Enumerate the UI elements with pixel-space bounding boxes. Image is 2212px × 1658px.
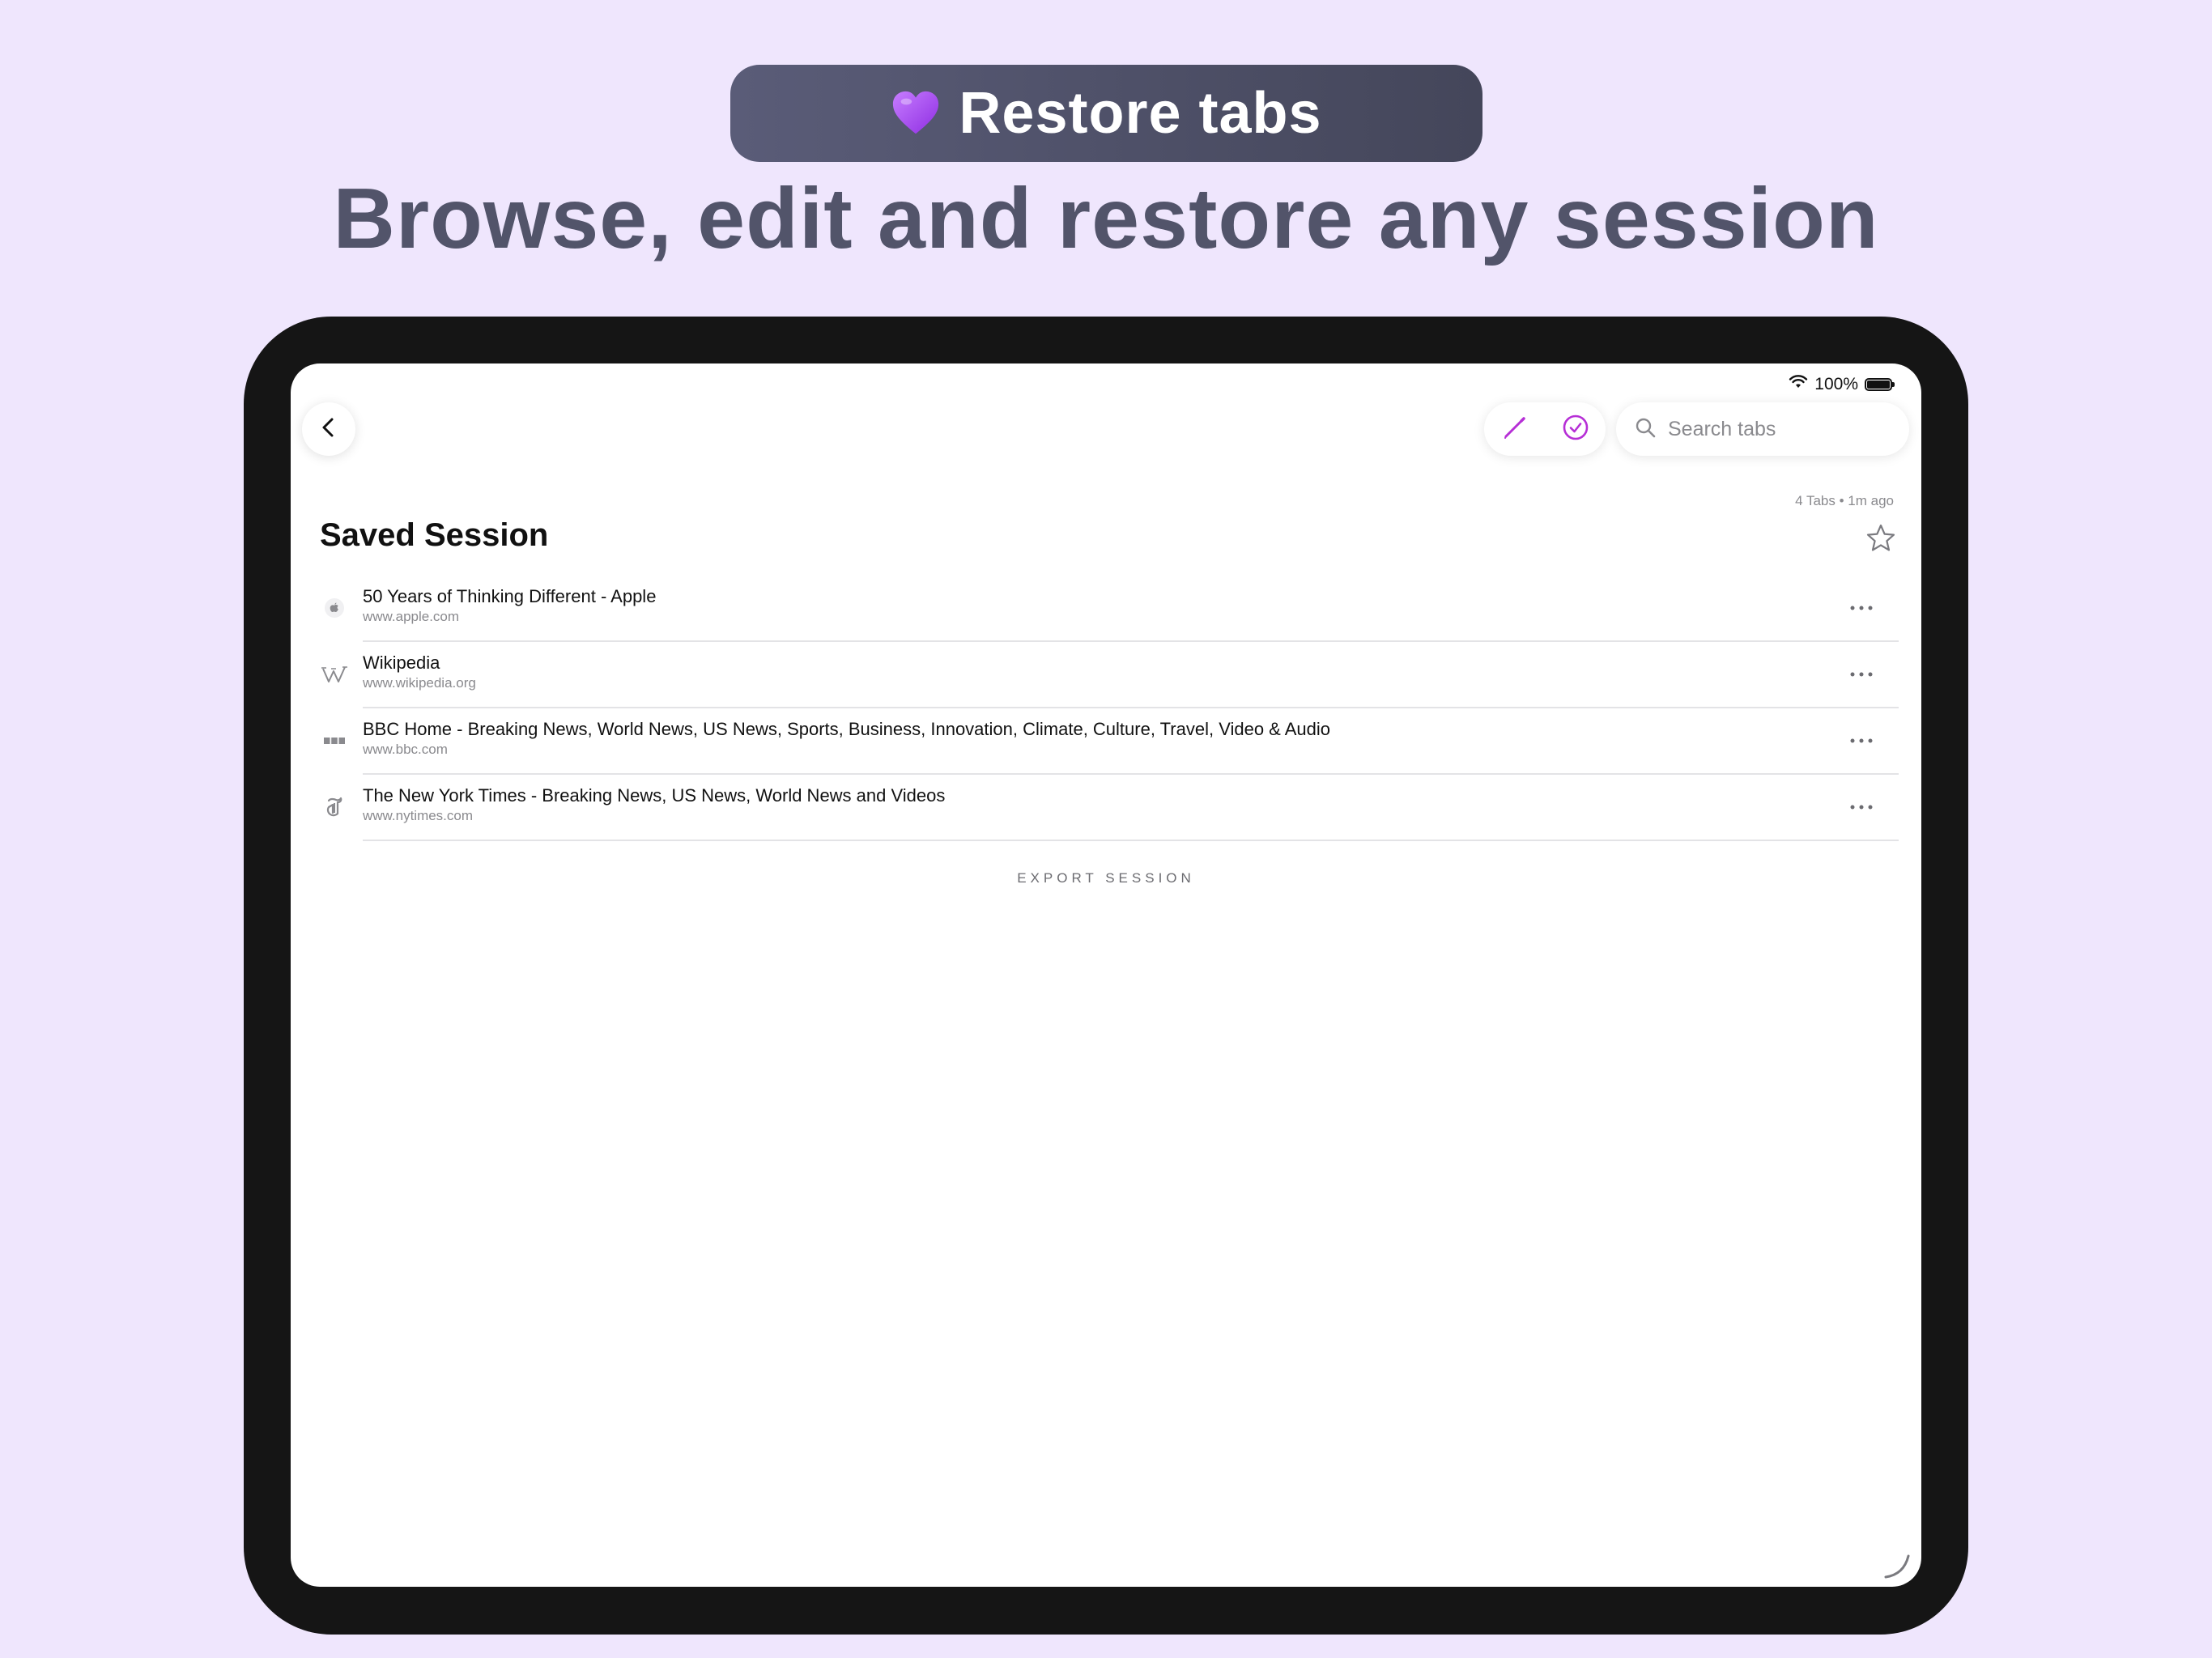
ellipsis-icon[interactable] <box>1842 726 1881 755</box>
session-meta: 4 Tabs • 1m ago <box>1795 493 1894 508</box>
promo-headline: Browse, edit and restore any session <box>333 171 1879 266</box>
row-divider <box>363 840 1899 841</box>
promo-badge: Restore tabs <box>730 65 1482 162</box>
tab-text: The New York Times - Breaking News, US N… <box>363 784 945 825</box>
app-store-screenshot: Restore tabs Browse, edit and restore an… <box>0 0 2212 1658</box>
tab-title: The New York Times - Breaking News, US N… <box>363 785 946 806</box>
tab-title: BBC Home - Breaking News, World News, US… <box>363 719 1331 739</box>
wikipedia-icon <box>320 660 349 689</box>
checkmark-circle-icon <box>1562 414 1589 445</box>
star-icon <box>1865 524 1897 558</box>
status-bar: 100% <box>1789 375 1895 394</box>
tab-row[interactable]: BBC Home - Breaking News, World News, US… <box>291 708 1921 775</box>
bbc-icon <box>320 726 349 755</box>
pencil-icon <box>1502 414 1528 444</box>
action-button-group <box>1484 402 1606 456</box>
tab-row[interactable]: The New York Times - Breaking News, US N… <box>291 775 1921 841</box>
resize-handle-icon[interactable] <box>1881 1550 1913 1582</box>
search-input[interactable] <box>1666 416 1896 442</box>
ellipsis-icon[interactable] <box>1842 793 1881 822</box>
apple-icon <box>320 593 349 623</box>
back-button[interactable] <box>302 402 355 456</box>
tab-row[interactable]: Wikipedia www.wikipedia.org <box>291 642 1921 708</box>
tab-text: 50 Years of Thinking Different - Apple w… <box>363 585 656 626</box>
battery-percentage: 100% <box>1814 375 1858 393</box>
tab-text: BBC Home - Breaking News, World News, US… <box>363 718 1330 759</box>
promo-badge-text: Restore tabs <box>959 81 1322 146</box>
session-title: Saved Session <box>320 517 549 553</box>
tab-row[interactable]: 50 Years of Thinking Different - Apple w… <box>291 576 1921 642</box>
purple-heart-icon <box>891 88 941 138</box>
select-button[interactable] <box>1556 410 1595 449</box>
export-container: EXPORT SESSION <box>291 870 1921 886</box>
search-bar[interactable] <box>1616 402 1909 456</box>
tab-text: Wikipedia www.wikipedia.org <box>363 652 476 692</box>
battery-icon <box>1865 378 1895 391</box>
tab-title: Wikipedia <box>363 653 440 673</box>
ellipsis-icon[interactable] <box>1842 593 1881 623</box>
export-session-button[interactable]: EXPORT SESSION <box>1017 870 1195 886</box>
tab-list: 50 Years of Thinking Different - Apple w… <box>291 576 1921 841</box>
nytimes-icon <box>320 793 349 822</box>
search-icon <box>1634 416 1657 443</box>
chevron-left-icon <box>317 416 340 443</box>
tab-url: www.apple.com <box>363 609 460 624</box>
tab-url: www.nytimes.com <box>363 808 474 823</box>
wifi-icon <box>1789 375 1808 394</box>
app-screen: 100% Search tabs 4 Tabs • 1m ago Saved S… <box>291 363 1921 1587</box>
tab-url: www.wikipedia.org <box>363 675 476 691</box>
edit-button[interactable] <box>1495 410 1534 449</box>
favorite-button[interactable] <box>1865 522 1897 555</box>
tab-url: www.bbc.com <box>363 742 448 757</box>
ellipsis-icon[interactable] <box>1842 660 1881 689</box>
tab-title: 50 Years of Thinking Different - Apple <box>363 586 657 606</box>
